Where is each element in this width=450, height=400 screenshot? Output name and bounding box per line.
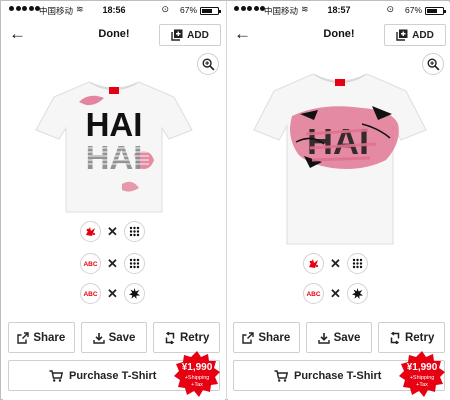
svg-text:ABC: ABC [306,291,320,298]
brand-logo [335,79,345,86]
price-starburst-icon [399,351,445,397]
app-frame: 中国移动 ≋ 18:56 ⊙ 67% ← Done! ADD HAI HAI ✕… [0,0,450,400]
share-icon [17,331,30,344]
combine-x-icon: ✕ [107,286,118,301]
dot-grid-icon[interactable] [123,253,145,274]
save-button[interactable]: Save [305,322,373,353]
design-text-top: HAI [86,106,143,143]
battery-icon [200,7,221,15]
dot-grid-icon[interactable] [123,221,145,242]
price-note: +Shipping +Tax [409,375,435,388]
battery-icon [425,7,446,15]
price-starburst-icon [174,351,220,397]
purchase-label: Purchase T-Shirt [294,369,382,382]
tshirt-preview: HAI [252,64,428,246]
status-bar: 中国移动 ≋ 18:57 ⊙ 67% [228,2,450,20]
share-icon [242,331,255,344]
save-label: Save [333,331,361,344]
add-button-label: ADD [187,29,209,41]
phone-screen-1: 中国移动 ≋ 18:56 ⊙ 67% ← Done! ADD HAI HAI ✕… [3,2,225,400]
action-buttons: Share Save Retry [8,322,221,353]
save-button[interactable]: Save [80,322,148,353]
add-to-collection-icon [171,29,183,41]
share-button[interactable]: Share [233,322,300,353]
dot-grid-icon[interactable] [346,253,368,274]
navigation-bar: ← Done! ADD [3,20,225,50]
price-amount: ¥1,990 [181,362,213,373]
zoom-button[interactable] [197,53,219,75]
svg-text:ABC: ABC [83,261,97,268]
retry-label: Retry [404,331,435,344]
splash-logo-icon[interactable] [303,253,324,274]
rotation-lock-icon: ⊙ [161,4,169,14]
combine-x-icon: ✕ [330,256,341,271]
ink-splat-icon[interactable] [123,283,145,304]
download-icon [317,332,330,344]
abc-letters-icon[interactable]: ABC [303,283,324,304]
share-button[interactable]: Share [8,322,75,353]
add-button[interactable]: ADD [384,24,446,46]
design-text: HAI [307,121,369,162]
phone-screen-2: 中国移动 ≋ 18:57 ⊙ 67% ← Done! ADD HAI ✕ ABC… [228,2,450,400]
cart-icon [274,369,288,382]
status-bar: 中国移动 ≋ 18:56 ⊙ 67% [3,2,225,20]
add-button-label: ADD [412,29,434,41]
retry-icon [165,331,175,344]
price-note: +Shipping +Tax [184,375,210,388]
price-badge[interactable]: ¥1,990 +Shipping +Tax [398,350,446,398]
combine-x-icon: ✕ [107,224,118,239]
add-button[interactable]: ADD [159,24,221,46]
zoom-in-icon [202,58,214,70]
retry-button[interactable]: Retry [378,322,446,353]
splash-logo-icon[interactable] [80,221,101,242]
cart-icon [49,369,63,382]
combine-x-icon: ✕ [107,256,118,271]
add-to-collection-icon [396,29,408,41]
rotation-lock-icon: ⊙ [386,4,394,14]
brand-logo [109,87,119,94]
action-buttons: Share Save Retry [233,322,446,353]
combo-row-1[interactable]: ✕ [80,221,145,242]
download-icon [92,332,105,344]
save-label: Save [108,331,136,344]
abc-letters-icon[interactable]: ABC [80,253,101,274]
retry-button[interactable]: Retry [153,322,221,353]
battery-percent: 67% [179,5,197,15]
screen-divider [226,1,227,400]
share-label: Share [258,331,291,344]
price-badge[interactable]: ¥1,990 +Shipping +Tax [173,350,221,398]
navigation-bar: ← Done! ADD [228,20,450,50]
combo-row-3[interactable]: ABC ✕ [80,283,145,304]
price-amount: ¥1,990 [406,362,438,373]
svg-text:ABC: ABC [83,291,97,298]
retry-icon [390,331,400,344]
combo-row-2[interactable]: ABC ✕ [303,283,368,304]
zoom-in-icon [427,58,439,70]
combine-x-icon: ✕ [330,286,341,301]
ink-splat-icon[interactable] [346,283,368,304]
combo-row-1[interactable]: ✕ [303,253,368,274]
abc-letters-icon[interactable]: ABC [80,283,101,304]
tshirt-preview: HAI HAI [34,72,194,214]
battery-percent: 67% [404,5,422,15]
design-text-bottom: HAI [86,139,143,176]
share-label: Share [33,331,66,344]
purchase-label: Purchase T-Shirt [69,369,157,382]
retry-label: Retry [179,331,210,344]
combo-row-2[interactable]: ABC ✕ [80,253,145,274]
